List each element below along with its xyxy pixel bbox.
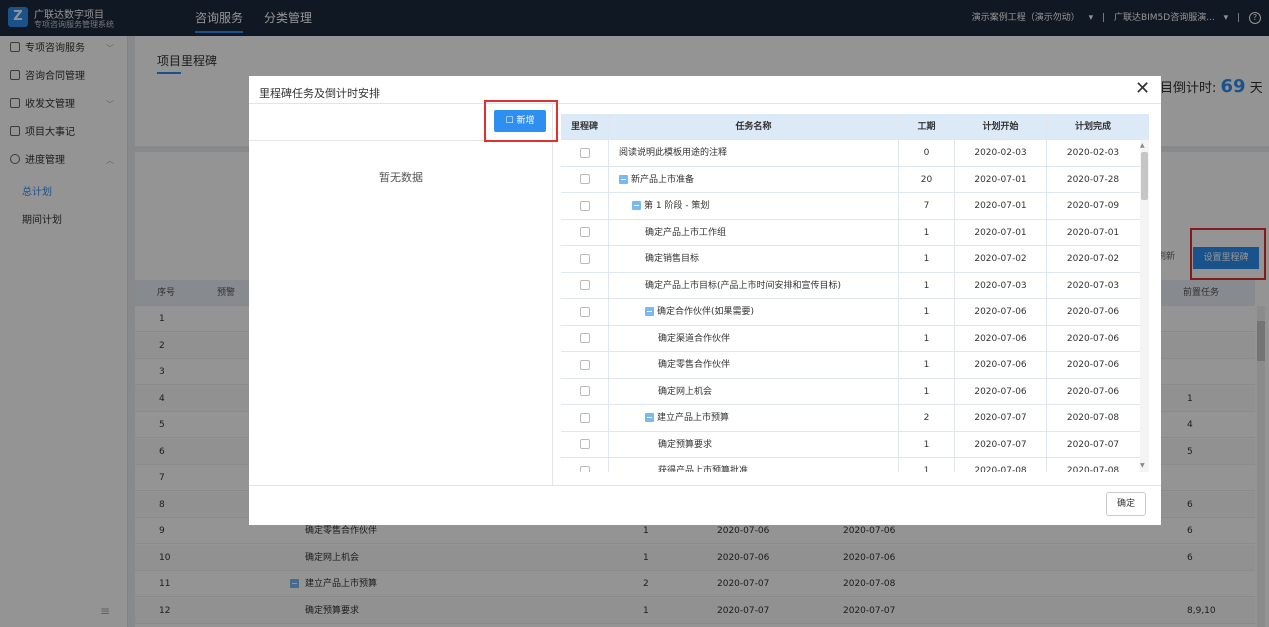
table-cell: 2020-07-06: [1066, 307, 1120, 317]
task-name: 确定产品上市工作组: [645, 227, 727, 238]
modal-title: 里程碑任务及倒计时安排: [259, 87, 380, 100]
table-cell: 2020-07-02: [1066, 254, 1120, 264]
table-cell: 2020-07-03: [1066, 280, 1120, 291]
divider: [249, 485, 1161, 486]
milestone-modal: 里程碑任务及倒计时安排 ✕ ☐ 新增 暂无数据 里程碑 任务名称 工期 计划开始…: [249, 76, 1161, 525]
milestone-list-panel: ☐ 新增 暂无数据: [249, 104, 553, 485]
table-row[interactable]: 确定产品上市目标(产品上市时间安排和宣传目标) 1 2020-07-03 2020-0…: [561, 272, 1149, 299]
milestone-checkbox[interactable]: [579, 333, 590, 343]
table-row[interactable]: 确定产品上市工作组 1 2020-07-01 2020-07-01: [561, 219, 1149, 246]
table-cell: 2: [899, 405, 955, 431]
table-cell: 2020-07-01: [955, 166, 1047, 193]
highlight-box: [484, 100, 558, 142]
task-name: 确定产品上市目标(产品上市时间安排和宣传目标): [645, 280, 842, 291]
milestone-checkbox[interactable]: [579, 465, 590, 472]
table-cell: 2020-07-06: [955, 299, 1047, 325]
table-cell: 2020-07-07: [955, 431, 1047, 458]
table-row[interactable]: 确定网上机会 1 2020-07-06 2020-07-06: [561, 378, 1149, 405]
table-cell: 2020-07-06: [955, 352, 1047, 378]
task-name: 建立产品上市预算: [657, 413, 730, 423]
table-cell: 2020-07-06: [955, 325, 1047, 352]
confirm-button[interactable]: 确定: [1106, 492, 1146, 516]
collapse-icon[interactable]: [645, 413, 654, 422]
table-cell: 2020-07-03: [955, 272, 1047, 299]
table-cell: 0: [899, 140, 955, 166]
task-name: 确定零售合作伙伴: [658, 360, 731, 370]
milestone-checkbox[interactable]: [579, 306, 590, 317]
table-cell: 1: [899, 458, 955, 472]
milestone-checkbox[interactable]: [579, 359, 590, 370]
table-cell: 2020-07-09: [1066, 201, 1120, 211]
table-row[interactable]: 第 1 阶段 - 策划 7 2020-07-01 2020-07-09: [561, 193, 1149, 220]
task-name: 获得产品上市预算批准: [658, 466, 749, 472]
milestone-checkbox[interactable]: [579, 227, 590, 237]
table-cell: 2020-07-08: [1066, 466, 1120, 472]
table-cell: 1: [899, 325, 955, 352]
milestone-checkbox[interactable]: [579, 253, 590, 264]
task-name: 确定合作伙伴(如果需要): [657, 307, 755, 317]
table-row[interactable]: 确定合作伙伴(如果需要) 1 2020-07-06 2020-07-06: [561, 299, 1149, 326]
task-name: 确定销售目标: [645, 254, 700, 264]
milestone-checkbox[interactable]: [579, 174, 590, 184]
table-row[interactable]: 确定零售合作伙伴 1 2020-07-06 2020-07-06: [561, 352, 1149, 379]
task-name: 阅读说明此模板用途的注释: [619, 148, 728, 158]
scrollbar-thumb[interactable]: [1141, 152, 1148, 200]
task-name: 确定渠道合作伙伴: [658, 333, 731, 344]
table-cell: 2020-07-01: [955, 219, 1047, 246]
task-name: 新产品上市准备: [631, 174, 695, 185]
table-row[interactable]: 新产品上市准备 20 2020-07-01 2020-07-28: [561, 166, 1149, 193]
table-cell: 2020-07-06: [1066, 386, 1120, 397]
table-cell: 1: [899, 299, 955, 325]
table-row[interactable]: 确定预算要求 1 2020-07-07 2020-07-07: [561, 431, 1149, 458]
milestone-checkbox[interactable]: [579, 386, 590, 396]
milestone-checkbox[interactable]: [579, 200, 590, 211]
scroll-down-icon[interactable]: ▼: [1140, 462, 1145, 469]
table-cell: 2020-07-02: [955, 246, 1047, 272]
table-cell: 2020-07-06: [1066, 360, 1120, 370]
table-row[interactable]: 建立产品上市预算 2 2020-07-07 2020-07-08: [561, 405, 1149, 432]
milestone-checkbox[interactable]: [579, 280, 590, 290]
collapse-icon[interactable]: [619, 174, 628, 184]
table-cell: 2020-07-07: [1066, 439, 1120, 450]
task-name: 确定网上机会: [658, 386, 713, 397]
milestone-checkbox[interactable]: [579, 412, 590, 423]
table-row[interactable]: 确定销售目标 1 2020-07-02 2020-07-02: [561, 246, 1149, 273]
table-cell: 1: [899, 219, 955, 246]
table-row[interactable]: 获得产品上市预算批准 1 2020-07-08 2020-07-08: [561, 458, 1149, 472]
table-cell: 1: [899, 378, 955, 405]
task-name: 确定预算要求: [658, 439, 713, 450]
close-icon[interactable]: ✕: [1135, 78, 1150, 99]
table-cell: 7: [899, 193, 955, 219]
task-table: 里程碑 任务名称 工期 计划开始 计划完成 阅读说明此模板用途的注释 0 2020-…: [561, 114, 1149, 472]
milestone-checkbox[interactable]: [579, 439, 590, 449]
table-row[interactable]: 阅读说明此模板用途的注释 0 2020-02-03 2020-02-03: [561, 140, 1149, 167]
table-cell: 2020-02-03: [955, 140, 1047, 166]
table-cell: 2020-07-28: [1066, 174, 1120, 185]
table-row[interactable]: 确定渠道合作伙伴 1 2020-07-06 2020-07-06: [561, 325, 1149, 352]
task-name: 第 1 阶段 - 策划: [644, 201, 710, 211]
table-header: 里程碑 任务名称 工期 计划开始 计划完成: [561, 114, 1149, 140]
collapse-icon[interactable]: [632, 201, 641, 210]
table-cell: 2020-02-03: [1066, 148, 1120, 158]
collapse-icon[interactable]: [645, 307, 654, 316]
table-cell: 1: [899, 246, 955, 272]
scroll-up-icon[interactable]: ▲: [1140, 142, 1145, 149]
table-cell: 1: [899, 352, 955, 378]
table-cell: 2020-07-01: [955, 193, 1047, 219]
table-cell: 2020-07-01: [1066, 227, 1120, 238]
table-cell: 1: [899, 272, 955, 299]
table-cell: 2020-07-06: [1066, 333, 1120, 344]
table-cell: 20: [899, 166, 955, 193]
table-cell: 2020-07-06: [955, 378, 1047, 405]
table-cell: 2020-07-08: [955, 458, 1047, 472]
empty-message: 暂无数据: [379, 171, 423, 184]
table-cell: 2020-07-07: [955, 405, 1047, 431]
table-cell: 1: [899, 431, 955, 458]
milestone-checkbox[interactable]: [579, 147, 590, 158]
table-cell: 2020-07-08: [1066, 413, 1120, 423]
